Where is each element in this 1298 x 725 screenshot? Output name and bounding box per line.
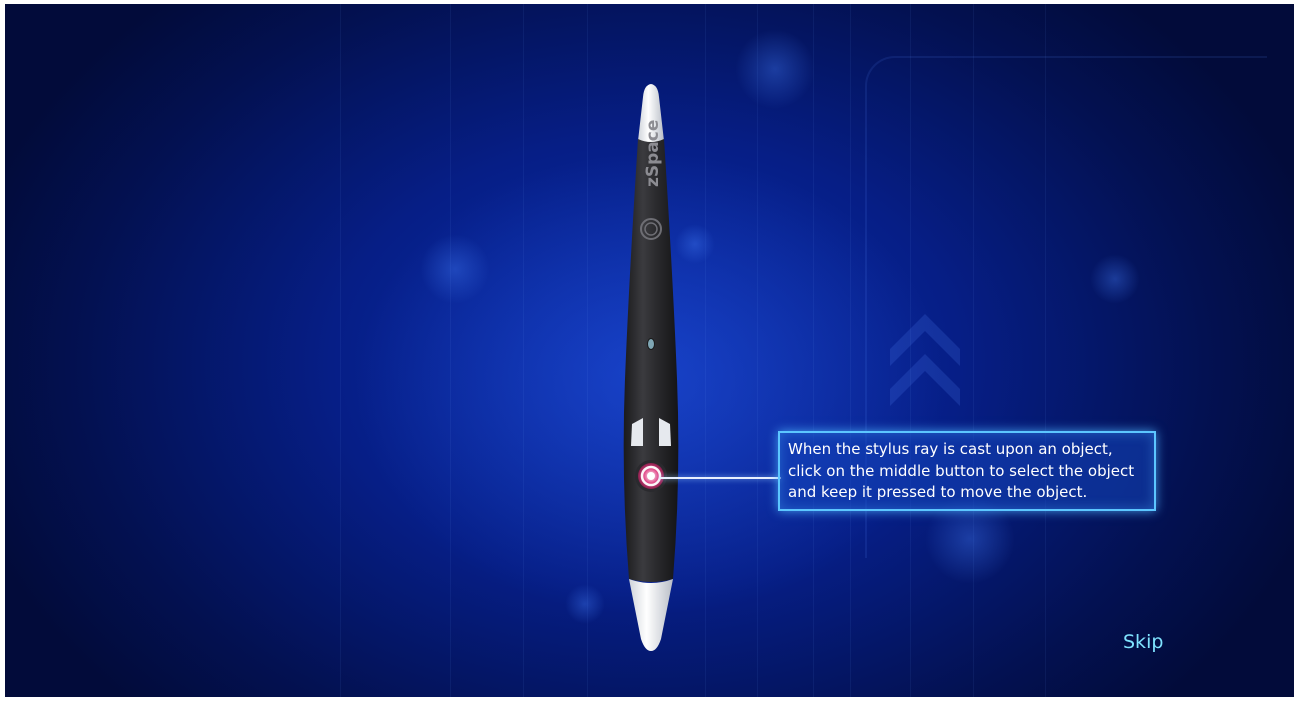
instruction-text: When the stylus ray is cast upon an obje… <box>788 440 1135 501</box>
middle-button-icon <box>635 460 667 492</box>
zspace-stylus: zSpace <box>623 84 679 651</box>
callout-connector <box>659 477 781 479</box>
tutorial-screen: zSpace When the stylus ray is cast upon … <box>5 4 1294 697</box>
chevron-up-icon <box>890 314 960 406</box>
skip-button[interactable]: Skip <box>1123 631 1163 653</box>
instruction-callout: When the stylus ray is cast upon an obje… <box>778 431 1156 511</box>
brand-label: zSpace <box>643 120 663 187</box>
